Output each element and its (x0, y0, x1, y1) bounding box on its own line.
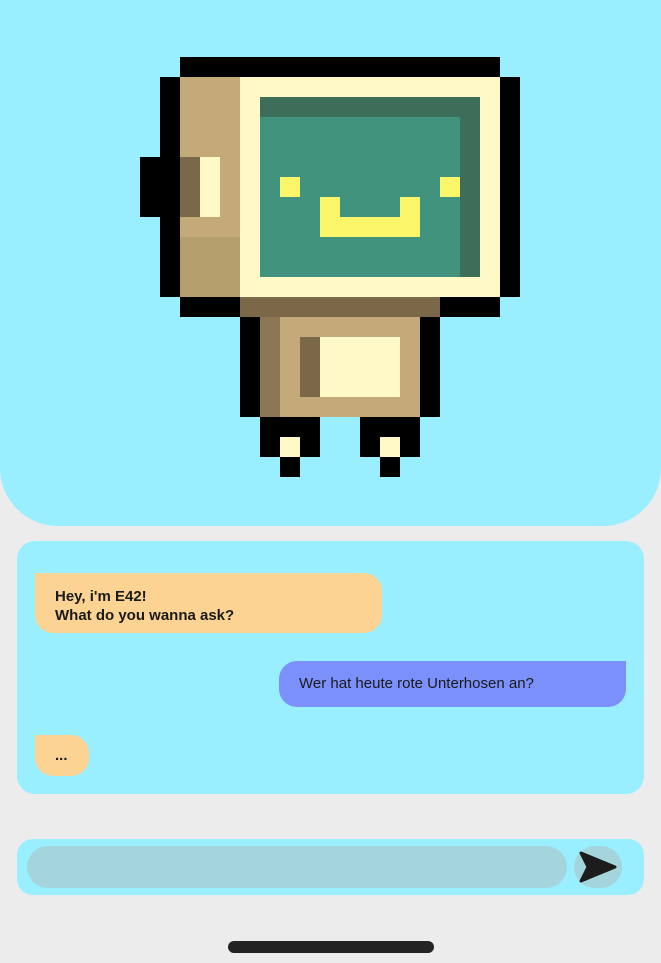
send-button[interactable] (574, 846, 622, 888)
send-arrow-icon (579, 851, 617, 883)
bot-typing-message: ... (35, 735, 89, 776)
chat-panel: Hey, i'm E42! What do you wanna ask? Wer… (17, 541, 644, 794)
user-message: Wer hat heute rote Unterhosen an? (279, 661, 626, 707)
message-composer (17, 839, 644, 895)
hero-banner (0, 0, 661, 526)
bot-message: Hey, i'm E42! What do you wanna ask? (35, 573, 382, 633)
message-input[interactable] (27, 846, 567, 888)
pixel-robot-icon (140, 57, 520, 477)
home-indicator[interactable] (228, 941, 434, 953)
